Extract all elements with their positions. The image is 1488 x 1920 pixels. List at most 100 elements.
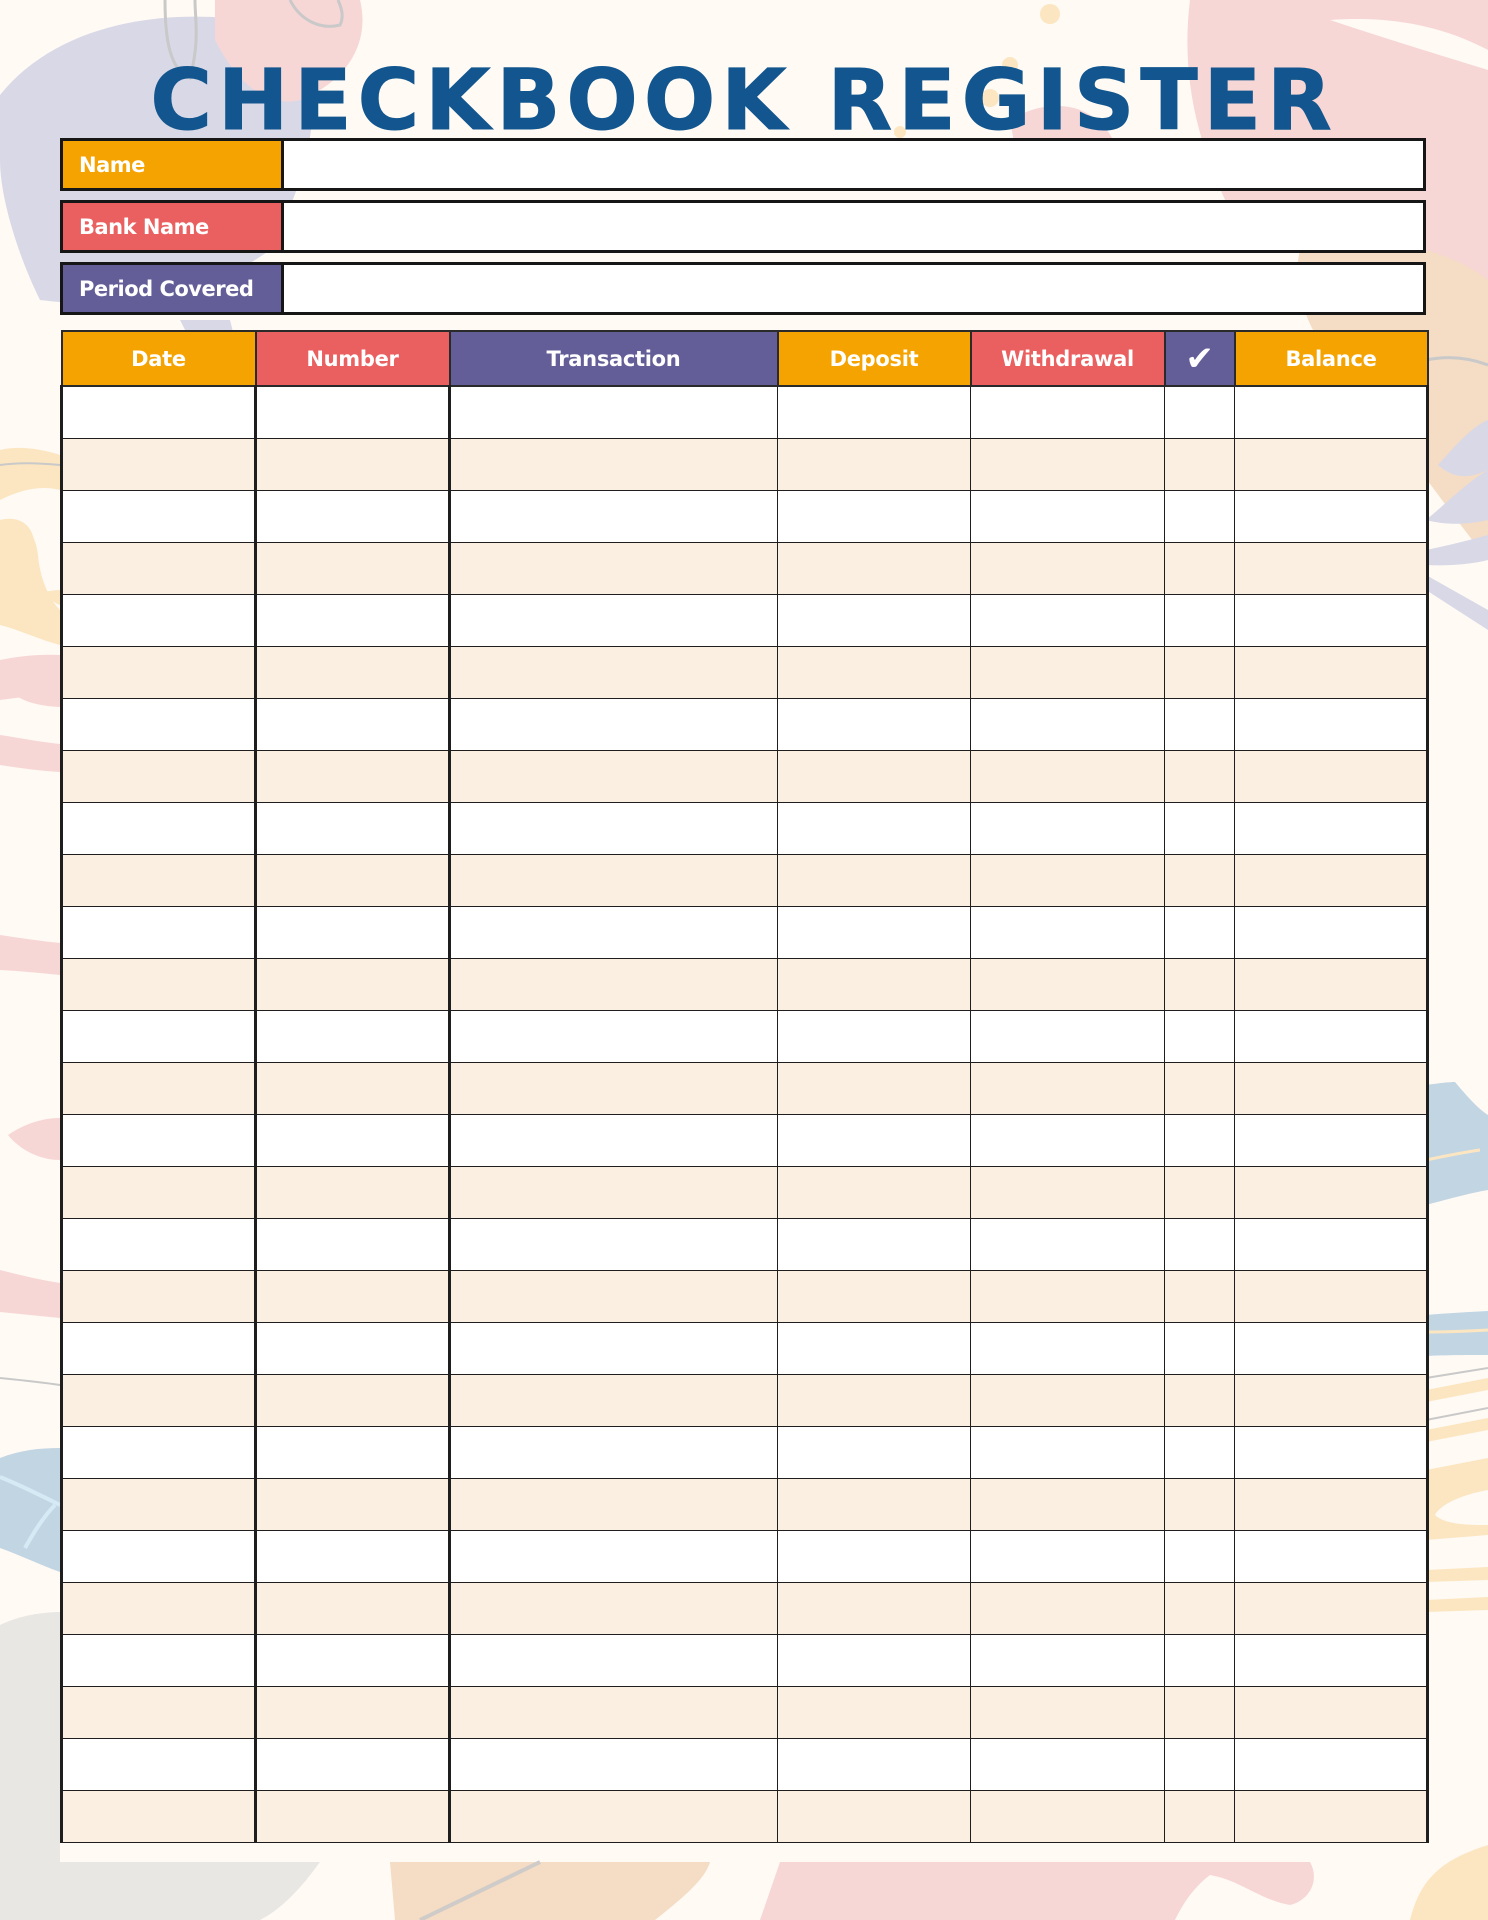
- cleared-cell[interactable]: [1164, 1634, 1235, 1687]
- deposit-cell[interactable]: [777, 1426, 971, 1479]
- deposit-cell[interactable]: [777, 1374, 971, 1427]
- transaction-cell[interactable]: [449, 1686, 778, 1739]
- deposit-cell[interactable]: [777, 1218, 971, 1271]
- cleared-cell[interactable]: [1164, 854, 1235, 907]
- transaction-cell[interactable]: [449, 958, 778, 1011]
- date-cell[interactable]: [60, 906, 257, 959]
- transaction-cell[interactable]: [449, 385, 778, 439]
- date-cell[interactable]: [60, 1114, 257, 1167]
- balance-cell[interactable]: [1234, 1270, 1429, 1323]
- transaction-cell[interactable]: [449, 1166, 778, 1219]
- number-cell[interactable]: [254, 1634, 451, 1687]
- deposit-cell[interactable]: [777, 1114, 971, 1167]
- transaction-cell[interactable]: [449, 1218, 778, 1271]
- deposit-cell[interactable]: [777, 1010, 971, 1063]
- cleared-cell[interactable]: [1164, 542, 1235, 595]
- date-cell[interactable]: [60, 1478, 257, 1531]
- withdrawal-cell[interactable]: [970, 542, 1165, 595]
- deposit-cell[interactable]: [777, 854, 971, 907]
- cleared-cell[interactable]: [1164, 1322, 1235, 1375]
- deposit-cell[interactable]: [777, 958, 971, 1011]
- transaction-cell[interactable]: [449, 1322, 778, 1375]
- deposit-cell[interactable]: [777, 698, 971, 751]
- transaction-cell[interactable]: [449, 1790, 778, 1843]
- number-cell[interactable]: [254, 1686, 451, 1739]
- date-cell[interactable]: [60, 958, 257, 1011]
- transaction-cell[interactable]: [449, 698, 778, 751]
- cleared-cell[interactable]: [1164, 750, 1235, 803]
- withdrawal-cell[interactable]: [970, 750, 1165, 803]
- transaction-cell[interactable]: [449, 646, 778, 699]
- balance-cell[interactable]: [1234, 1114, 1429, 1167]
- withdrawal-cell[interactable]: [970, 646, 1165, 699]
- withdrawal-cell[interactable]: [970, 1426, 1165, 1479]
- number-cell[interactable]: [254, 906, 451, 959]
- date-cell[interactable]: [60, 750, 257, 803]
- cleared-cell[interactable]: [1164, 438, 1235, 491]
- transaction-cell[interactable]: [449, 750, 778, 803]
- deposit-cell[interactable]: [777, 802, 971, 855]
- number-cell[interactable]: [254, 542, 451, 595]
- transaction-cell[interactable]: [449, 906, 778, 959]
- withdrawal-cell[interactable]: [970, 958, 1165, 1011]
- number-cell[interactable]: [254, 1530, 451, 1583]
- period-covered-field[interactable]: [284, 265, 1423, 312]
- number-cell[interactable]: [254, 1270, 451, 1323]
- number-cell[interactable]: [254, 490, 451, 543]
- balance-cell[interactable]: [1234, 698, 1429, 751]
- transaction-cell[interactable]: [449, 1426, 778, 1479]
- date-cell[interactable]: [60, 385, 257, 439]
- cleared-cell[interactable]: [1164, 594, 1235, 647]
- date-cell[interactable]: [60, 1738, 257, 1791]
- balance-cell[interactable]: [1234, 1010, 1429, 1063]
- withdrawal-cell[interactable]: [970, 854, 1165, 907]
- transaction-cell[interactable]: [449, 1114, 778, 1167]
- cleared-cell[interactable]: [1164, 1062, 1235, 1115]
- cleared-cell[interactable]: [1164, 1478, 1235, 1531]
- deposit-cell[interactable]: [777, 490, 971, 543]
- number-cell[interactable]: [254, 1062, 451, 1115]
- date-cell[interactable]: [60, 438, 257, 491]
- deposit-cell[interactable]: [777, 1738, 971, 1791]
- balance-cell[interactable]: [1234, 958, 1429, 1011]
- withdrawal-cell[interactable]: [970, 1478, 1165, 1531]
- cleared-cell[interactable]: [1164, 1426, 1235, 1479]
- cleared-cell[interactable]: [1164, 1530, 1235, 1583]
- date-cell[interactable]: [60, 1790, 257, 1843]
- transaction-cell[interactable]: [449, 1738, 778, 1791]
- cleared-cell[interactable]: [1164, 1114, 1235, 1167]
- deposit-cell[interactable]: [777, 1582, 971, 1635]
- cleared-cell[interactable]: [1164, 646, 1235, 699]
- balance-cell[interactable]: [1234, 1374, 1429, 1427]
- name-field[interactable]: [284, 141, 1423, 188]
- withdrawal-cell[interactable]: [970, 698, 1165, 751]
- number-cell[interactable]: [254, 1218, 451, 1271]
- number-cell[interactable]: [254, 1426, 451, 1479]
- withdrawal-cell[interactable]: [970, 906, 1165, 959]
- withdrawal-cell[interactable]: [970, 1114, 1165, 1167]
- date-cell[interactable]: [60, 1010, 257, 1063]
- number-cell[interactable]: [254, 854, 451, 907]
- balance-cell[interactable]: [1234, 490, 1429, 543]
- transaction-cell[interactable]: [449, 1270, 778, 1323]
- withdrawal-cell[interactable]: [970, 1062, 1165, 1115]
- transaction-cell[interactable]: [449, 1374, 778, 1427]
- deposit-cell[interactable]: [777, 1634, 971, 1687]
- balance-cell[interactable]: [1234, 1062, 1429, 1115]
- transaction-cell[interactable]: [449, 1582, 778, 1635]
- transaction-cell[interactable]: [449, 802, 778, 855]
- balance-cell[interactable]: [1234, 1790, 1429, 1843]
- balance-cell[interactable]: [1234, 854, 1429, 907]
- deposit-cell[interactable]: [777, 1062, 971, 1115]
- balance-cell[interactable]: [1234, 385, 1429, 439]
- balance-cell[interactable]: [1234, 646, 1429, 699]
- withdrawal-cell[interactable]: [970, 1530, 1165, 1583]
- cleared-cell[interactable]: [1164, 1374, 1235, 1427]
- withdrawal-cell[interactable]: [970, 1582, 1165, 1635]
- deposit-cell[interactable]: [777, 542, 971, 595]
- number-cell[interactable]: [254, 1738, 451, 1791]
- date-cell[interactable]: [60, 1686, 257, 1739]
- cleared-cell[interactable]: [1164, 385, 1235, 439]
- deposit-cell[interactable]: [777, 906, 971, 959]
- withdrawal-cell[interactable]: [970, 1166, 1165, 1219]
